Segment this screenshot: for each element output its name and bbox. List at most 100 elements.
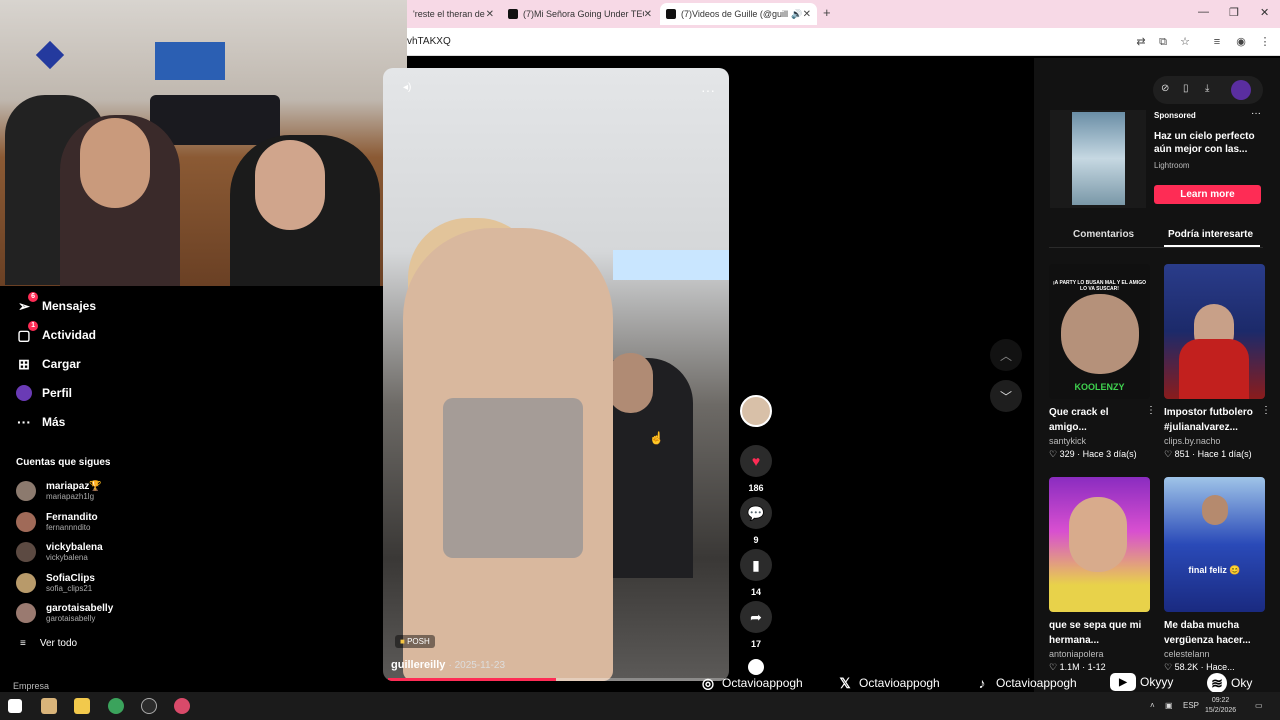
video-progress-fill bbox=[388, 678, 556, 681]
avatar bbox=[16, 481, 36, 501]
avatar bbox=[16, 542, 36, 562]
nav-mensajes[interactable]: ➢ 6 Mensajes bbox=[16, 292, 96, 314]
video-thumbnail[interactable]: final feliz 😊 bbox=[1164, 477, 1265, 612]
account-name: Fernandito bbox=[46, 512, 98, 523]
tab-comentarios[interactable]: Comentarios bbox=[1073, 229, 1134, 240]
clock[interactable]: 09:22 15/2/2026 bbox=[1205, 696, 1236, 716]
recommended-video-card[interactable]: que se sepa que mi hermana... antoniapol… bbox=[1049, 477, 1150, 674]
bookmark-star-icon[interactable]: ☆ bbox=[1179, 36, 1191, 48]
browser-tab[interactable]: (7)Mi Señora Going Under TEC ✕ bbox=[502, 3, 658, 25]
profile-icon bbox=[16, 385, 32, 401]
card-likes: ♡ 58.2K bbox=[1164, 662, 1199, 672]
following-account[interactable]: Fernandito fernannndito bbox=[16, 512, 98, 532]
nav-perfil[interactable]: Perfil bbox=[16, 385, 72, 401]
recommended-video-card[interactable]: ¡A PARTY LO BUSAN MAL Y EL AMIGO LO VA S… bbox=[1049, 264, 1156, 461]
save-action[interactable]: ▮ 14 bbox=[740, 549, 772, 597]
close-window-button[interactable]: ✕ bbox=[1260, 6, 1269, 19]
nav-cargar[interactable]: ⊞ Cargar bbox=[16, 356, 81, 372]
previous-video-button[interactable]: ︿ bbox=[990, 339, 1022, 371]
install-icon[interactable]: ⧉ bbox=[1157, 36, 1169, 48]
tray-app-icon[interactable]: ▣ bbox=[1165, 701, 1173, 710]
x-icon: 𝕏 bbox=[839, 674, 851, 691]
close-icon[interactable]: ✕ bbox=[644, 9, 652, 20]
browser-tab[interactable]: 'reste el theran de ✕ bbox=[407, 3, 500, 25]
tray-chevron-icon[interactable]: ˄ bbox=[1150, 701, 1155, 710]
nav-actividad[interactable]: ▢ 1 Actividad bbox=[16, 321, 97, 343]
compass-icon[interactable]: ⊘ bbox=[1161, 83, 1169, 94]
card-more-icon[interactable]: ⋮ bbox=[1261, 405, 1271, 416]
chevron-up-icon: ︿ bbox=[999, 348, 1012, 363]
volume-icon[interactable]: ◂) bbox=[403, 82, 411, 93]
notifications-icon[interactable]: ▭ bbox=[1255, 701, 1263, 710]
thumbnail-shirt bbox=[1179, 339, 1249, 399]
nav-mas[interactable]: ··· Más bbox=[16, 414, 65, 430]
creator-avatar[interactable] bbox=[740, 395, 772, 427]
share-icon[interactable]: ➦ bbox=[740, 601, 772, 633]
bookmark-icon[interactable]: ▮ bbox=[740, 549, 772, 581]
extensions-icon[interactable]: ≡ bbox=[1211, 36, 1223, 48]
video-progress-bar[interactable] bbox=[388, 678, 724, 681]
translate-icon[interactable]: ⇄ bbox=[1135, 36, 1147, 48]
phone-icon[interactable]: ▯ bbox=[1183, 83, 1189, 94]
video-tag[interactable]: ■ POSH bbox=[395, 635, 435, 648]
video-player[interactable]: ◂) ··· ■ POSH guillereilly · 2025-11-23 bbox=[383, 68, 729, 681]
comment-action[interactable]: 💬 9 bbox=[740, 497, 772, 545]
spotify-icon: ≋ bbox=[1207, 673, 1227, 693]
windows-start-icon[interactable] bbox=[8, 699, 22, 713]
chrome-icon[interactable] bbox=[108, 698, 124, 714]
following-account[interactable]: garotaisabelly garotaisabelly bbox=[16, 603, 113, 623]
recommended-video-card[interactable]: final feliz 😊 Me daba mucha vergüenza ha… bbox=[1164, 477, 1265, 674]
learn-more-button[interactable]: Learn more bbox=[1154, 185, 1261, 204]
close-icon[interactable]: ✕ bbox=[486, 9, 494, 20]
file-explorer-icon[interactable] bbox=[74, 698, 90, 714]
footer-link[interactable]: Empresa bbox=[13, 681, 49, 691]
following-account[interactable]: mariapaz🏆 mariapazh1lg bbox=[16, 481, 102, 501]
close-icon[interactable]: ✕ bbox=[803, 9, 811, 20]
following-account[interactable]: SofiaClips sofia_clips21 bbox=[16, 573, 95, 593]
tab-title: (7)Videos de Guille (@guille bbox=[681, 9, 789, 19]
account-username: vickybalena bbox=[46, 553, 88, 562]
ad-image[interactable] bbox=[1072, 112, 1125, 205]
user-avatar[interactable] bbox=[1231, 80, 1251, 100]
ad-more-icon[interactable]: ··· bbox=[1251, 108, 1261, 119]
tiktok-icon bbox=[666, 9, 676, 19]
language-indicator[interactable]: ESP bbox=[1183, 701, 1199, 710]
browser-tab-active[interactable]: (7)Videos de Guille (@guille 🔊 ✕ bbox=[660, 3, 817, 25]
card-author: clips.by.nacho bbox=[1164, 436, 1221, 446]
card-more-icon[interactable]: ⋮ bbox=[1146, 405, 1156, 416]
profile-icon[interactable]: ◉ bbox=[1235, 36, 1247, 48]
see-all-link[interactable]: ≡ Ver todo bbox=[20, 638, 77, 649]
clock-time: 09:22 bbox=[1211, 697, 1230, 704]
video-more-icon[interactable]: ··· bbox=[701, 82, 715, 98]
heart-icon[interactable]: ♥ bbox=[740, 445, 772, 477]
minimize-button[interactable]: — bbox=[1198, 6, 1209, 18]
like-action[interactable]: ♥ 186 bbox=[740, 445, 772, 493]
new-tab-button[interactable]: + bbox=[823, 5, 831, 20]
card-likes: ♡ 851 bbox=[1164, 449, 1190, 459]
share-action[interactable]: ➦ 17 bbox=[740, 601, 772, 649]
maximize-button[interactable]: ❐ bbox=[1229, 6, 1239, 19]
video-author[interactable]: guillereilly · 2025-11-23 bbox=[391, 659, 505, 671]
card-time: · Hace... bbox=[1200, 662, 1235, 672]
card-likes: ♡ 329 bbox=[1049, 449, 1075, 459]
following-account[interactable]: vickybalena vickybalena bbox=[16, 542, 103, 562]
tab-podria-interesarte[interactable]: Podría interesarte bbox=[1168, 229, 1253, 240]
download-icon[interactable]: ⤓ bbox=[1205, 83, 1209, 94]
browser-menu-icon[interactable]: ⋮ bbox=[1259, 36, 1271, 48]
speaker-icon[interactable]: 🔊 bbox=[791, 9, 802, 20]
video-thumbnail[interactable]: ¡A PARTY LO BUSAN MAL Y EL AMIGO LO VA S… bbox=[1049, 264, 1150, 399]
chrome-profile-icon[interactable] bbox=[174, 698, 190, 714]
list-icon: ≡ bbox=[20, 638, 26, 649]
video-thumbnail[interactable] bbox=[1164, 264, 1265, 399]
tab-title: (7)Mi Señora Going Under TEC bbox=[523, 9, 644, 19]
card-time: · Hace 1 día(s) bbox=[1192, 449, 1252, 459]
nav-label: Actividad bbox=[42, 328, 97, 342]
obs-icon[interactable] bbox=[141, 698, 157, 714]
ad-title[interactable]: Haz un cielo perfecto aún mejor con las.… bbox=[1154, 130, 1259, 156]
url-field[interactable]: vhTAKXQ bbox=[407, 36, 451, 47]
recommended-video-card[interactable]: Impostor futbolero #julianalvarez... cli… bbox=[1164, 264, 1271, 461]
next-video-button[interactable]: ﹀ bbox=[990, 380, 1022, 412]
media-player-icon[interactable] bbox=[41, 698, 57, 714]
comment-icon[interactable]: 💬 bbox=[740, 497, 772, 529]
video-thumbnail[interactable] bbox=[1049, 477, 1150, 612]
